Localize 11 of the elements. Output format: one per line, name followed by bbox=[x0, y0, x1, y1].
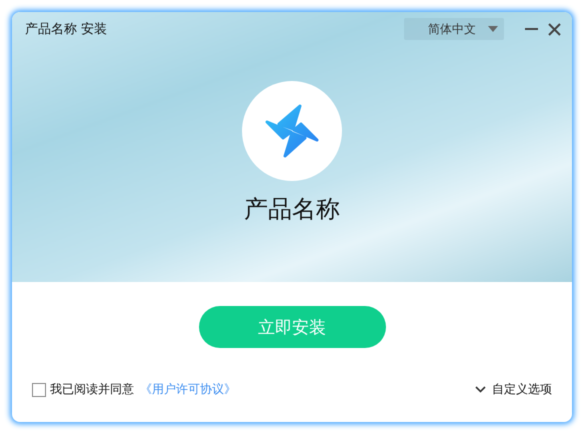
product-name: 产品名称 bbox=[244, 194, 340, 225]
custom-options-button[interactable]: 自定义选项 bbox=[475, 381, 552, 398]
language-dropdown[interactable]: 简体中文 bbox=[404, 18, 504, 40]
pinwheel-icon bbox=[263, 102, 321, 160]
chevron-down-icon bbox=[475, 386, 486, 393]
agreement-checkbox[interactable] bbox=[32, 382, 46, 396]
caret-icon bbox=[488, 26, 498, 32]
window-title: 产品名称 安装 bbox=[25, 21, 108, 38]
agreement-text: 我已阅读并同意 bbox=[50, 381, 134, 398]
minimize-icon bbox=[525, 28, 538, 30]
close-icon bbox=[548, 22, 561, 36]
